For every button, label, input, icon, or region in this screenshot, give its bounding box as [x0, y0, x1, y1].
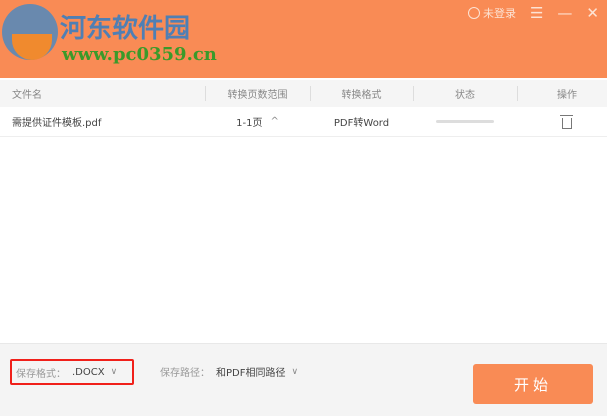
save-format-value: .DOCX	[72, 366, 105, 378]
column-page-range: 转换页数范围	[205, 80, 310, 107]
chevron-up-icon: ^	[270, 116, 279, 127]
header: 河东软件园 www.pc0359.cn 未登录 ☰ — ✕	[0, 0, 607, 78]
table-header: 文件名 转换页数范围 转换格式 状态 操作	[0, 80, 607, 107]
progress-bar	[436, 120, 494, 123]
minimize-icon[interactable]: —	[557, 4, 572, 22]
start-button[interactable]: 开始	[473, 364, 593, 404]
watermark-title: 河东软件园	[60, 14, 191, 44]
save-path-value: 和PDF相同路径	[216, 368, 286, 379]
format: PDF转Word	[333, 118, 390, 129]
table-row[interactable]: 需提供证件模板.pdf 1-1页 ^ PDF转Word	[0, 107, 607, 137]
save-path-label: 保存路径：	[160, 368, 210, 379]
column-filename: 文件名	[12, 90, 42, 101]
filename: 需提供证件模板.pdf	[12, 118, 102, 129]
save-format-label: 保存格式：	[16, 368, 66, 380]
trash-icon[interactable]	[560, 114, 573, 129]
column-status: 状态	[413, 80, 517, 107]
watermark-logo	[2, 4, 58, 60]
watermark-url: www.pc0359.cn	[62, 44, 217, 65]
footer: 保存格式： .DOCX ∨ 保存路径： 和PDF相同路径 ∨ 开始	[0, 343, 607, 416]
page-range-value: 1-1页	[236, 118, 263, 129]
chevron-down-icon: ∨	[110, 367, 118, 377]
chevron-down-icon: ∨	[291, 366, 299, 377]
save-format-select[interactable]: 保存格式： .DOCX ∨	[10, 359, 134, 385]
page-range-select[interactable]: 1-1页 ^	[205, 107, 310, 136]
save-path-select[interactable]: 保存路径： 和PDF相同路径 ∨	[160, 364, 299, 380]
user-icon	[467, 7, 480, 19]
column-actions: 操作	[517, 80, 607, 107]
login-button[interactable]: 未登录	[467, 5, 516, 21]
login-label: 未登录	[482, 7, 516, 20]
menu-icon[interactable]: ☰	[530, 4, 543, 22]
column-format: 转换格式	[310, 80, 413, 107]
close-icon[interactable]: ✕	[586, 4, 599, 22]
